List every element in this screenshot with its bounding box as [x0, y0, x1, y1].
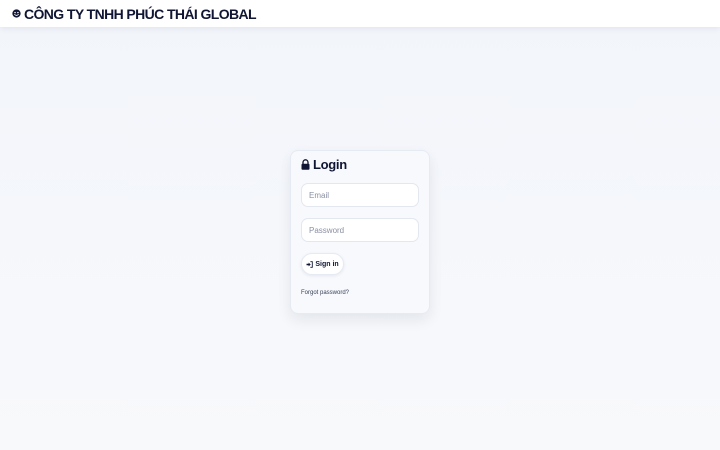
login-title: Login — [301, 156, 419, 172]
sign-in-label: Sign in — [315, 260, 339, 268]
sign-in-button[interactable]: Sign in — [301, 253, 344, 275]
smile-icon — [12, 9, 21, 18]
login-card: Login Sign in Forgot password? — [290, 150, 430, 314]
top-header: CÔNG TY TNHH PHÚC THÁI GLOBAL — [0, 0, 720, 27]
company-name[interactable]: CÔNG TY TNHH PHÚC THÁI GLOBAL — [24, 6, 257, 22]
lock-icon — [301, 158, 310, 170]
email-field[interactable] — [301, 183, 419, 207]
password-field[interactable] — [301, 218, 419, 242]
sign-in-icon — [306, 260, 314, 268]
forgot-password-link[interactable]: Forgot password? — [301, 290, 349, 296]
login-title-text: Login — [313, 156, 347, 172]
